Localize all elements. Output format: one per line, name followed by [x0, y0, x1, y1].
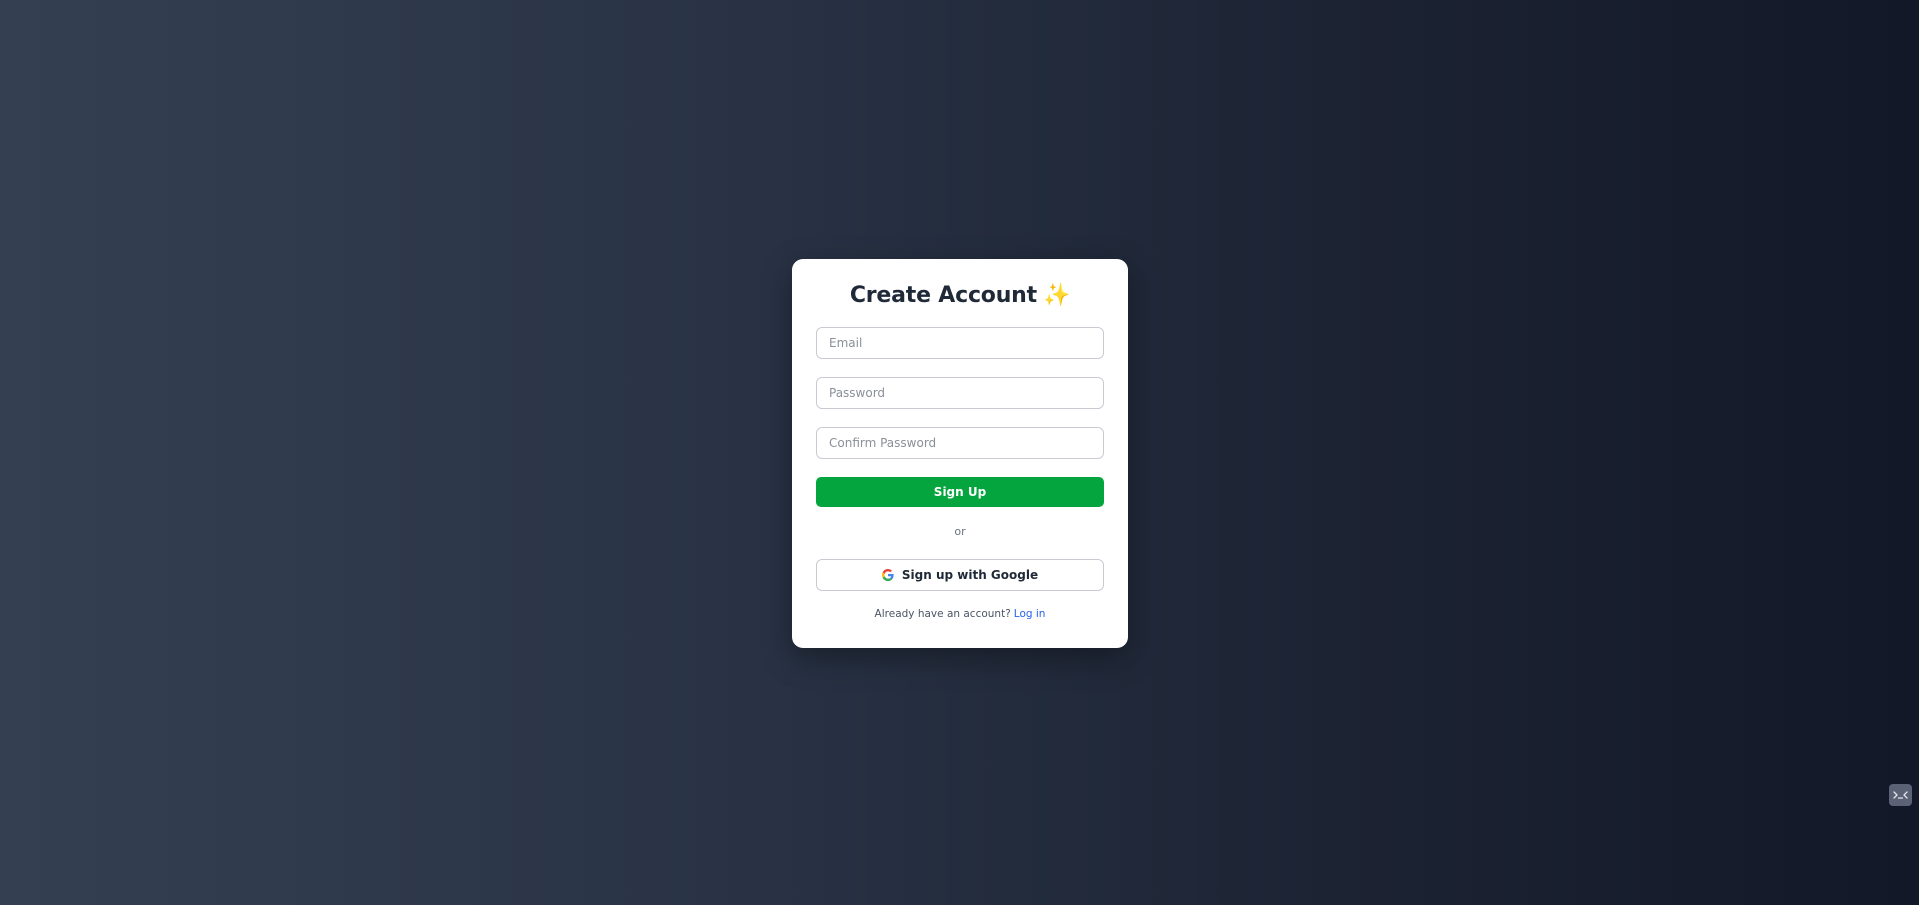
login-link[interactable]: Log in	[1014, 608, 1046, 620]
google-signup-button[interactable]: Sign up with Google	[816, 559, 1104, 591]
or-separator: or	[954, 525, 966, 538]
title-text: Create Account	[849, 283, 1037, 308]
email-input[interactable]	[816, 327, 1104, 359]
login-prompt-text: Already have an account?	[874, 608, 1011, 620]
google-icon	[881, 569, 894, 581]
signup-card: Create Account✨ Sign Up or Sign up with …	[792, 259, 1128, 648]
devtools-toggle-icon	[1893, 791, 1908, 799]
sign-up-button[interactable]: Sign Up	[816, 477, 1104, 507]
sparkles-icon: ✨	[1042, 283, 1071, 308]
login-prompt: Already have an account? Log in	[792, 608, 1128, 620]
confirm-password-input[interactable]	[816, 427, 1104, 459]
password-input[interactable]	[816, 377, 1104, 409]
google-signup-label: Sign up with Google	[901, 568, 1039, 582]
page-title: Create Account ✨	[792, 282, 1128, 310]
devtools-toggle-button[interactable]	[1889, 784, 1912, 806]
